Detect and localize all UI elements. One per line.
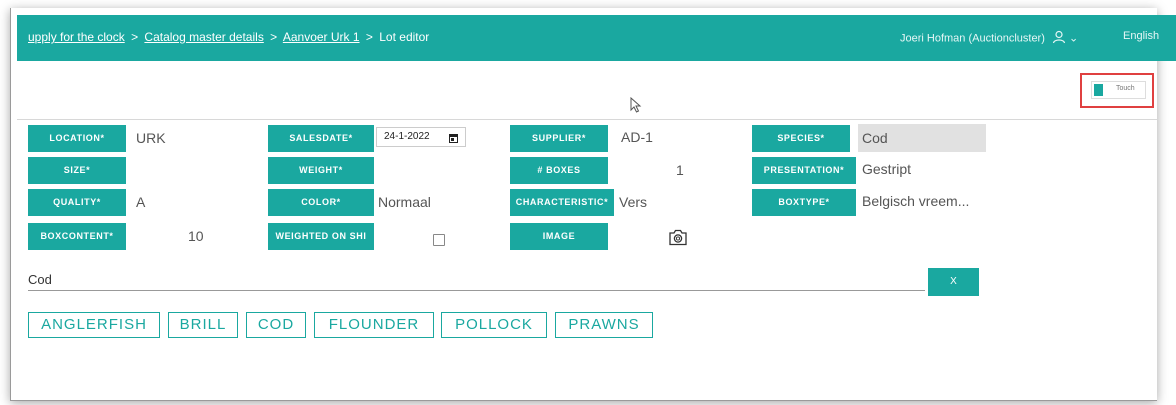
toggle-knob (1094, 84, 1103, 96)
chevron-down-icon: ⌄ (1069, 32, 1079, 45)
breadcrumb: upply for the clock > Catalog master det… (28, 30, 429, 44)
boxtype-button[interactable]: BOXTYPE* (752, 189, 856, 216)
species-option-cod[interactable]: COD (246, 312, 306, 338)
weighted-on-ship-button[interactable]: WEIGHTED ON SHI (268, 223, 374, 250)
clear-search-button[interactable]: X (928, 268, 979, 296)
salesdate-input[interactable]: 24-1-2022 (376, 127, 466, 147)
species-value[interactable]: Cod (858, 124, 986, 152)
quality-value: A (136, 194, 146, 210)
quality-button[interactable]: QUALITY* (28, 189, 126, 216)
species-option-prawns[interactable]: PRAWNS (555, 312, 653, 338)
calendar-icon[interactable] (449, 132, 458, 150)
size-button[interactable]: SIZE* (28, 157, 126, 184)
camera-icon[interactable] (668, 229, 688, 251)
location-button[interactable]: LOCATION* (28, 125, 126, 152)
weighted-on-ship-checkbox[interactable] (433, 234, 445, 246)
characteristic-value: Vers (619, 194, 648, 210)
presentation-value: Gestript (862, 161, 912, 177)
salesdate-button[interactable]: SALESDATE* (268, 125, 374, 152)
boxcontent-value: 10 (188, 228, 204, 244)
header-divider (17, 119, 1157, 120)
touch-toggle-label: Touch (1116, 85, 1135, 92)
color-value: Normaal (378, 194, 431, 210)
characteristic-button[interactable]: CHARACTERISTIC* (510, 189, 614, 216)
species-search-input[interactable]: Cod (28, 272, 925, 291)
supplier-value: AD-1 (621, 129, 653, 145)
breadcrumb-separator: > (131, 30, 139, 44)
boxtype-value: Belgisch vreem... (862, 193, 970, 209)
boxcontent-button[interactable]: BOXCONTENT* (28, 223, 126, 250)
touch-mode-toggle[interactable]: Touch (1080, 73, 1154, 108)
image-button[interactable]: IMAGE (510, 223, 608, 250)
breadcrumb-separator: > (270, 30, 278, 44)
color-button[interactable]: COLOR* (268, 189, 374, 216)
language-selector[interactable]: English (1123, 30, 1163, 42)
species-option-brill[interactable]: BRILL (168, 312, 238, 338)
boxes-button[interactable]: # BOXES (510, 157, 608, 184)
touch-toggle-switch[interactable]: Touch (1091, 81, 1146, 99)
user-name: Joeri Hofman (Auctioncluster) (900, 32, 1045, 45)
species-option-pollock[interactable]: POLLOCK (441, 312, 547, 338)
supplier-button[interactable]: SUPPLIER* (510, 125, 608, 152)
species-button[interactable]: SPECIES* (752, 125, 850, 152)
salesdate-value: 24-1-2022 (384, 131, 430, 142)
breadcrumb-current-page: Lot editor (379, 30, 430, 44)
location-value: URK (136, 130, 166, 146)
breadcrumb-link-catalog-master-details[interactable]: Catalog master details (144, 30, 263, 44)
species-option-flounder[interactable]: FLOUNDER (314, 312, 434, 338)
breadcrumb-link-supply-for-clock[interactable]: upply for the clock (28, 30, 125, 44)
breadcrumb-separator: > (365, 30, 373, 44)
species-option-anglerfish[interactable]: ANGLERFISH (28, 312, 160, 338)
user-icon (1052, 30, 1066, 47)
breadcrumb-link-aanvoer-urk-1[interactable]: Aanvoer Urk 1 (283, 30, 360, 44)
user-menu[interactable]: Joeri Hofman (Auctioncluster) ⌄ (900, 30, 1078, 47)
weight-button[interactable]: WEIGHT* (268, 157, 374, 184)
mouse-cursor-icon (630, 96, 642, 118)
presentation-button[interactable]: PRESENTATION* (752, 157, 856, 184)
boxes-value: 1 (676, 162, 684, 178)
